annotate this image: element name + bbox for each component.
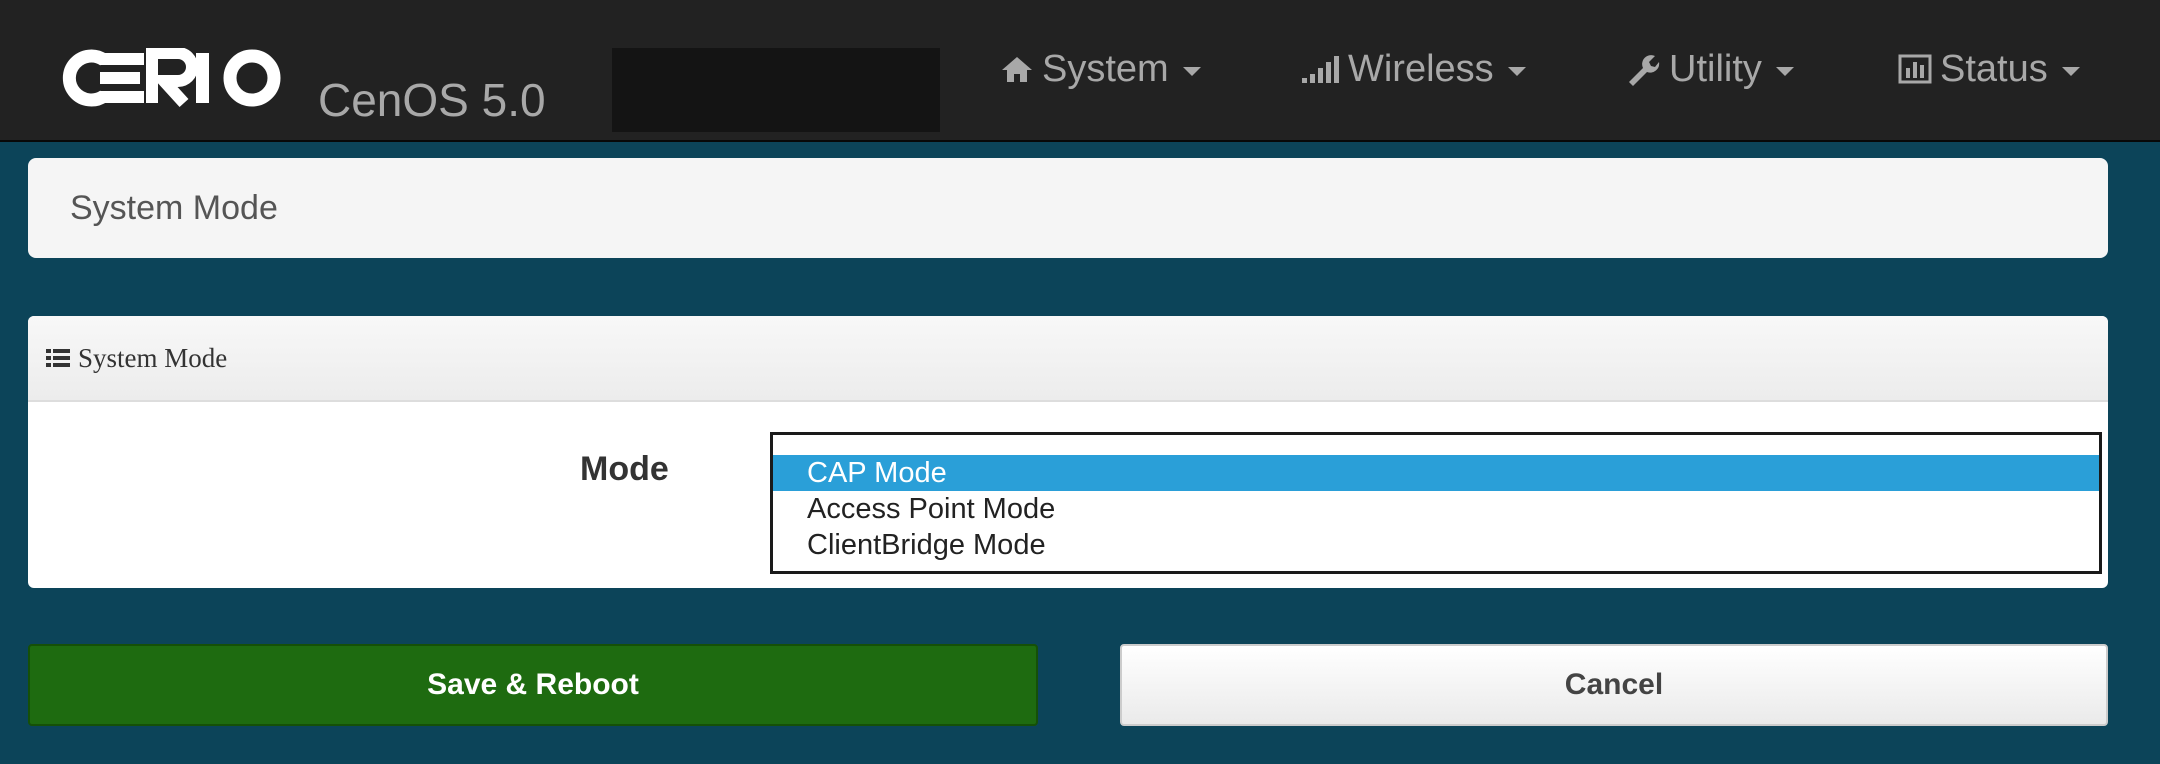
mode-select-dropdown[interactable]: CAP Mode Access Point Mode ClientBridge … [770, 432, 2102, 574]
chevron-down-icon [2061, 66, 2080, 76]
panel-heading: System Mode [28, 316, 2108, 402]
chevron-down-icon [1507, 66, 1526, 76]
nav-wireless-label: Wireless [1348, 47, 1494, 90]
nav-status-label: Status [1940, 47, 2048, 90]
redacted-area [612, 48, 940, 132]
signal-bars-icon [1300, 54, 1340, 84]
save-reboot-button[interactable]: Save & Reboot [28, 644, 1038, 726]
option-cap-mode[interactable]: CAP Mode [773, 455, 2099, 491]
nav-system[interactable]: System [1000, 44, 1201, 94]
panel-heading-label: System Mode [78, 342, 228, 373]
cerio-logo[interactable] [60, 38, 300, 118]
option-access-point-mode[interactable]: Access Point Mode [773, 491, 2099, 527]
nav-utility[interactable]: Utility [1625, 44, 1794, 94]
nav-system-label: System [1042, 47, 1169, 90]
chevron-down-icon [1775, 66, 1794, 76]
home-icon [1000, 54, 1034, 84]
top-navbar: CenOS 5.0 System Wireless Utility Status [0, 0, 2160, 142]
nav-utility-label: Utility [1669, 47, 1762, 90]
option-clientbridge-mode[interactable]: ClientBridge Mode [773, 527, 2099, 563]
mode-label: Mode [580, 450, 669, 488]
page-title: System Mode [28, 158, 2108, 258]
nav-wireless[interactable]: Wireless [1300, 44, 1526, 94]
wrench-icon [1625, 52, 1661, 86]
chevron-down-icon [1182, 66, 1201, 76]
cerio-logo-mark [62, 48, 281, 108]
list-icon [46, 348, 70, 368]
cancel-button[interactable]: Cancel [1120, 644, 2108, 726]
bar-chart-icon [1898, 54, 1932, 84]
nav-status[interactable]: Status [1898, 44, 2080, 94]
product-name: CenOS 5.0 [318, 74, 546, 126]
